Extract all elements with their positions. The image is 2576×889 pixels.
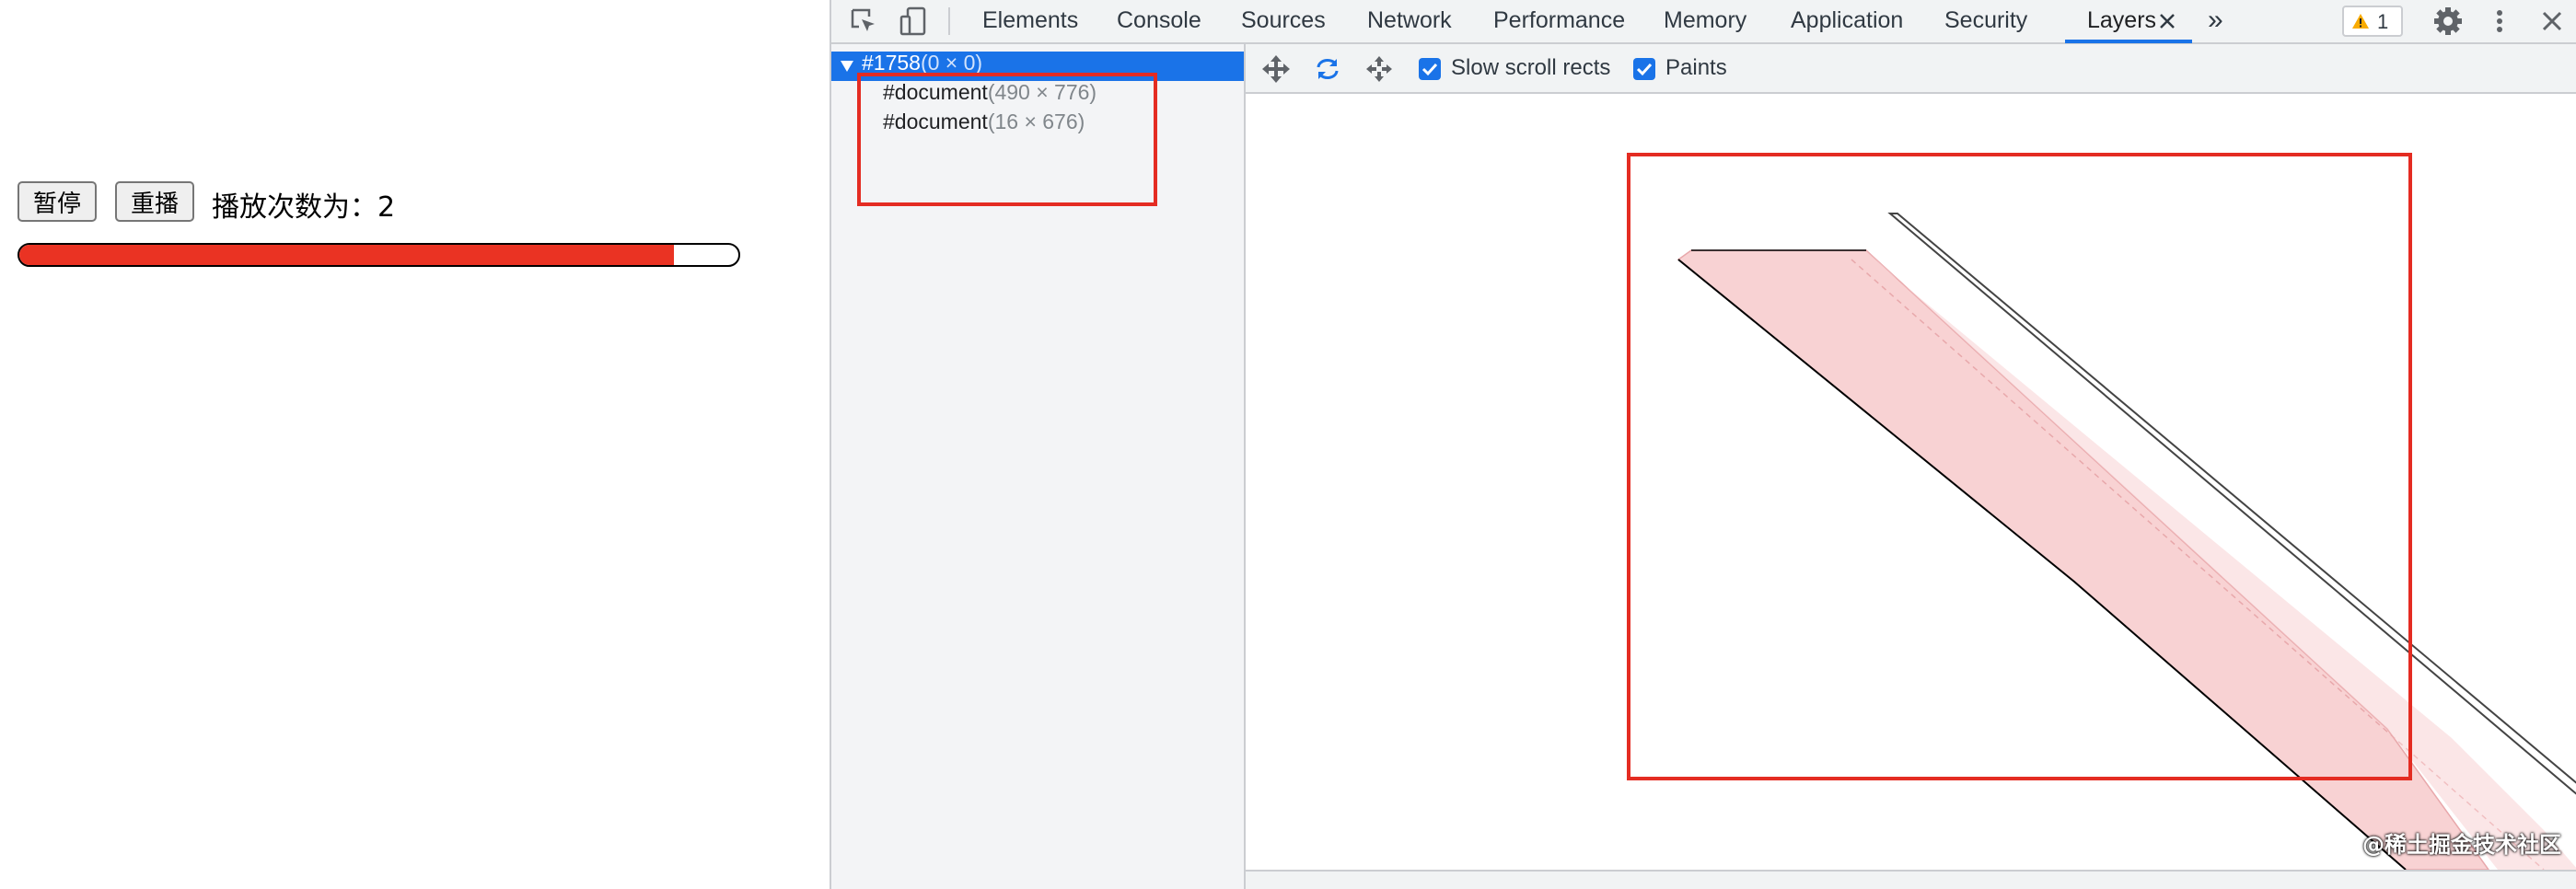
watermark: @稀土掘金技术社区 [2362, 832, 2561, 858]
play-count-label: 播放次数为：2 [212, 191, 396, 224]
layers-toolbar: Slow scroll rects Paints [1246, 44, 2576, 94]
checkmark-icon [1421, 63, 1438, 76]
tab-security[interactable]: Security [1944, 0, 2027, 42]
paints-checkbox[interactable] [1633, 58, 1655, 80]
tab-elements[interactable]: Elements [982, 0, 1078, 42]
viewport-bottom-strip [1246, 870, 2576, 889]
page-content: 暂停 重播 播放次数为：2 [0, 0, 830, 889]
annotation-box-viewport [1627, 153, 2412, 780]
checkmark-icon [1636, 63, 1653, 76]
warning-count: 1 [2377, 10, 2389, 33]
warning-icon [2352, 14, 2369, 29]
tab-performance[interactable]: Performance [1493, 0, 1625, 42]
slow-scroll-rects-label[interactable]: Slow scroll rects [1451, 55, 1610, 81]
pause-button[interactable]: 暂停 [17, 181, 97, 222]
slow-scroll-rects-checkbox[interactable] [1419, 58, 1441, 80]
settings-gear-icon[interactable] [2432, 6, 2464, 37]
tab-network[interactable]: Network [1367, 0, 1452, 42]
close-tab-icon[interactable] [2157, 11, 2177, 31]
replay-button[interactable]: 重播 [115, 181, 194, 222]
annotation-box-tree [857, 73, 1157, 206]
kebab-menu-icon[interactable] [2484, 6, 2515, 37]
toolbar-separator [948, 7, 950, 35]
tab-application[interactable]: Application [1791, 0, 1903, 42]
tab-sources[interactable]: Sources [1241, 0, 1326, 42]
warning-badge[interactable]: 1 [2342, 6, 2403, 37]
tab-layers[interactable]: Layers [2087, 0, 2156, 42]
progress-fill [19, 245, 674, 265]
tab-memory[interactable]: Memory [1664, 0, 1746, 42]
progress-bar [17, 243, 740, 267]
pan-mode-icon[interactable] [1260, 53, 1292, 85]
close-devtools-icon[interactable] [2536, 6, 2568, 37]
tab-console[interactable]: Console [1117, 0, 1201, 42]
reset-transform-icon[interactable] [1363, 53, 1395, 85]
tree-item-root[interactable]: #1758(0 × 0) [862, 51, 982, 75]
active-tab-indicator [2065, 40, 2192, 43]
device-toolbar-icon[interactable] [898, 6, 929, 37]
tree-item-root-size: (0 × 0) [920, 51, 983, 75]
paints-label[interactable]: Paints [1665, 55, 1727, 81]
tree-item-root-name: #1758 [862, 51, 921, 75]
devtools-tabbar: Elements Console Sources Network Perform… [831, 0, 2576, 44]
more-tabs-icon[interactable]: » [2208, 0, 2223, 42]
expand-triangle-icon[interactable] [841, 61, 853, 72]
inspect-element-icon[interactable] [848, 6, 879, 37]
rotate-mode-icon[interactable] [1312, 53, 1343, 85]
